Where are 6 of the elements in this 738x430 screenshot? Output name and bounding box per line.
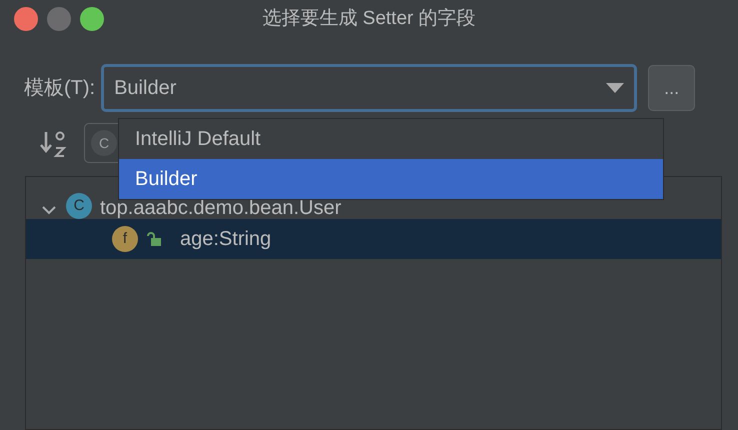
field-name: age:String	[180, 227, 272, 252]
template-label: 模板(T):	[24, 76, 96, 101]
class-name: top.aaabc.demo.bean.User	[100, 198, 342, 219]
window-title: 选择要生成 Setter 的字段	[261, 6, 477, 31]
field-icon: f	[112, 226, 138, 252]
class-icon: C	[66, 193, 92, 219]
